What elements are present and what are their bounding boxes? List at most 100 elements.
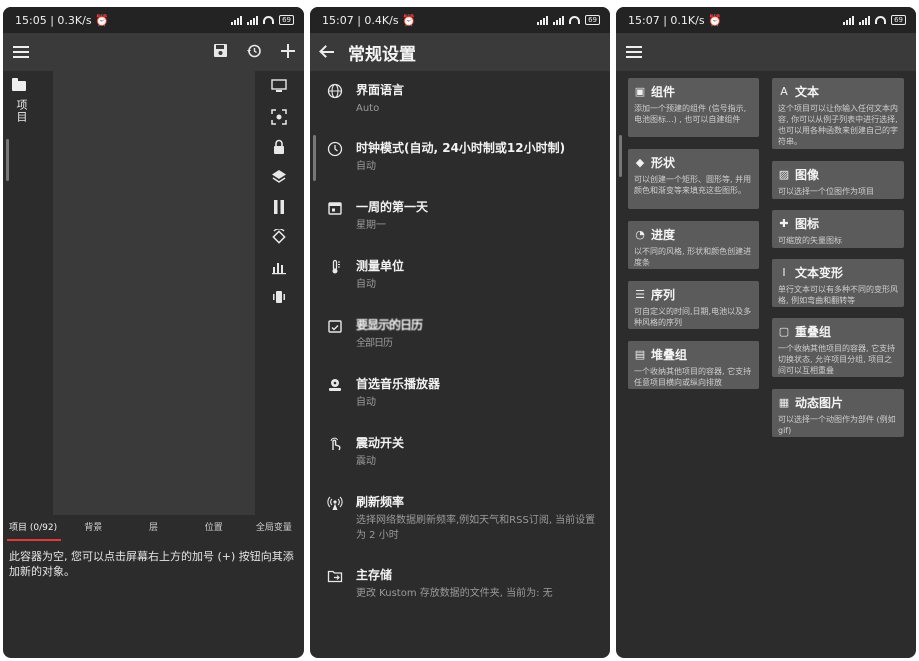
setting-value: 选择网络数据刷新频率,例如天气和RSS订阅, 当前设置为 2 小时 [356, 515, 596, 541]
overlap-icon: ▢ [778, 324, 790, 338]
setting-title: 一周的第一天 [356, 200, 429, 214]
settings-toolbar: 常规设置 [310, 33, 610, 71]
add-icon[interactable] [280, 43, 296, 62]
back-arrow-icon[interactable] [320, 45, 334, 59]
tab-items[interactable]: 项目 (0/92) [3, 515, 63, 541]
wifi-icon [263, 16, 275, 24]
wifi-icon [569, 16, 581, 24]
status-bar: 15:05 | 0.3K/s ⏰ 69 [3, 7, 304, 33]
signal-icon [859, 15, 871, 25]
item-card-animated-image[interactable]: ▦ 动态图片 可以选择一个动图作为部件 (例如gif) [772, 389, 904, 437]
list-icon: ☰ [635, 287, 645, 301]
image-icon: ▨ [778, 167, 790, 181]
calendar-icon [326, 200, 344, 218]
shape-icon: ◆ [635, 155, 645, 169]
touch-icon [326, 436, 344, 454]
editor-screen: 15:05 | 0.3K/s ⏰ 69 项目 项目 (0/92) 背景 层 位置… [3, 7, 304, 658]
setting-value: 星期一 [356, 220, 386, 231]
status-time-speed: 15:07 | 0.1K/s ⏰ [628, 13, 722, 27]
screen-icon[interactable] [270, 79, 288, 97]
tab-layer[interactable]: 层 [123, 515, 183, 541]
progress-icon: ◔ [635, 227, 645, 241]
setting-value: 震动 [356, 456, 376, 467]
wifi-icon [875, 16, 887, 24]
thermometer-icon [326, 259, 344, 277]
item-card-series[interactable]: ☰ 序列 可自定义的时间,日期,电池以及多种风格的序列 [628, 281, 759, 329]
signal-icon [537, 15, 549, 25]
item-card-shape[interactable]: ◆ 形状 可以创建一个矩形、圆形等, 并用颜色和渐变等来填充这些图形。 [628, 149, 759, 209]
editor-toolbar [3, 33, 304, 71]
add-item-toolbar [616, 33, 916, 71]
pause-icon[interactable] [270, 199, 288, 217]
tool-strip [256, 71, 304, 517]
item-card-component[interactable]: ▣ 组件 添加一个预建的组件 (信号指示, 电池图标...) , 也可以自建组件 [628, 78, 759, 137]
item-card-overlap-group[interactable]: ▢ 重叠组 一个收纳其他项目的容器, 它支持切换状态, 允许项目分组, 项目之间可… [772, 318, 904, 377]
settings-screen: 15:07 | 0.4K/s ⏰ 69 常规设置 界面语言 Auto 时钟模式(… [310, 7, 610, 658]
lock-icon[interactable] [270, 139, 288, 157]
item-sidebar: 项目 [3, 71, 51, 517]
movie-icon: ▦ [778, 395, 790, 409]
save-icon[interactable] [213, 43, 228, 61]
preview-canvas[interactable] [53, 71, 255, 517]
text-icon: A [780, 84, 788, 98]
item-card-stack-group[interactable]: ▤ 堆叠组 一个收纳其他项目的容器, 它支持任意项目横向或纵向排放 [628, 341, 759, 389]
signal-icon [231, 15, 243, 25]
scrollbar[interactable] [6, 139, 9, 181]
puzzle-icon: ✚ [779, 216, 789, 230]
tab-globals[interactable]: 全局变量 [244, 515, 304, 541]
focus-icon[interactable] [270, 109, 288, 127]
menu-icon[interactable] [626, 46, 642, 58]
vibrate-icon[interactable] [270, 289, 288, 307]
folder-storage-icon [326, 568, 344, 586]
setting-title: 首选音乐播放器 [356, 377, 441, 391]
setting-title: 刷新频率 [356, 495, 405, 509]
history-icon[interactable] [246, 43, 262, 62]
setting-value: 自动 [356, 397, 376, 408]
scrollbar[interactable] [313, 135, 316, 181]
setting-value: Auto [356, 103, 380, 114]
music-player-icon [326, 377, 344, 395]
stack-icon: ▤ [634, 347, 646, 361]
component-icon: ▣ [634, 84, 646, 98]
setting-title: 主存储 [356, 568, 393, 582]
item-card-progress[interactable]: ◔ 进度 以不同的风格, 形状和颜色创建进度条 [628, 221, 759, 269]
status-bar: 15:07 | 0.1K/s ⏰ 69 [616, 7, 916, 33]
rotate-icon[interactable] [270, 228, 288, 247]
item-card-icon[interactable]: ✚ 图标 可缩放的矢量图标 [772, 210, 904, 248]
setting-title: 震动开关 [356, 436, 405, 450]
add-item-screen: 15:07 | 0.1K/s ⏰ 69 ▣ 组件 添加一个预建的组件 (信号指示,… [616, 7, 916, 658]
signal-icon [843, 15, 855, 25]
chart-icon[interactable] [270, 259, 288, 277]
tab-position[interactable]: 位置 [184, 515, 244, 541]
item-card-text[interactable]: A 文本 这个项目可以让你输入任何文本内容, 你可以从例子列表中进行选择, 也可以… [772, 78, 904, 149]
signal-icon [553, 15, 565, 25]
page-title: 常规设置 [348, 44, 416, 65]
setting-title: 时钟模式(自动, 24小时制或12小时制) [356, 141, 566, 155]
editor-tabs: 项目 (0/92) 背景 层 位置 全局变量 [3, 515, 304, 541]
status-bar: 15:07 | 0.4K/s ⏰ 69 [310, 7, 610, 33]
layers-icon[interactable] [270, 169, 288, 187]
menu-icon[interactable] [13, 46, 29, 58]
item-card-image[interactable]: ▨ 图像 可以选择一个位图作为项目 [772, 161, 904, 199]
folder-icon[interactable] [12, 78, 26, 91]
antenna-icon [326, 495, 344, 513]
battery-icon: 69 [891, 15, 906, 25]
tab-background[interactable]: 背景 [63, 515, 123, 541]
setting-title: 界面语言 [356, 83, 405, 97]
signal-icon [247, 15, 259, 25]
setting-value: 自动 [356, 161, 376, 172]
status-time-speed: 15:05 | 0.3K/s ⏰ [15, 13, 109, 27]
setting-title: 要显示的日历 [356, 318, 423, 332]
setting-value: 全部日历 [356, 338, 393, 349]
battery-icon: 69 [585, 15, 600, 25]
side-items-label[interactable]: 项目 [13, 99, 29, 123]
setting-title: 测量单位 [356, 259, 405, 273]
scrollbar[interactable] [619, 135, 622, 177]
status-time-speed: 15:07 | 0.4K/s ⏰ [322, 13, 416, 27]
calendar-check-icon [326, 318, 344, 336]
battery-icon: 69 [279, 15, 294, 25]
item-card-text-transform[interactable]: I 文本变形 单行文本可以有多种不同的变形风格, 例如弯曲和翻转等 [772, 259, 904, 307]
clock-icon [326, 141, 344, 159]
setting-value: 自动 [356, 279, 376, 290]
setting-value: 更改 Kustom 存放数据的文件夹, 当前为: 无 [356, 588, 553, 599]
